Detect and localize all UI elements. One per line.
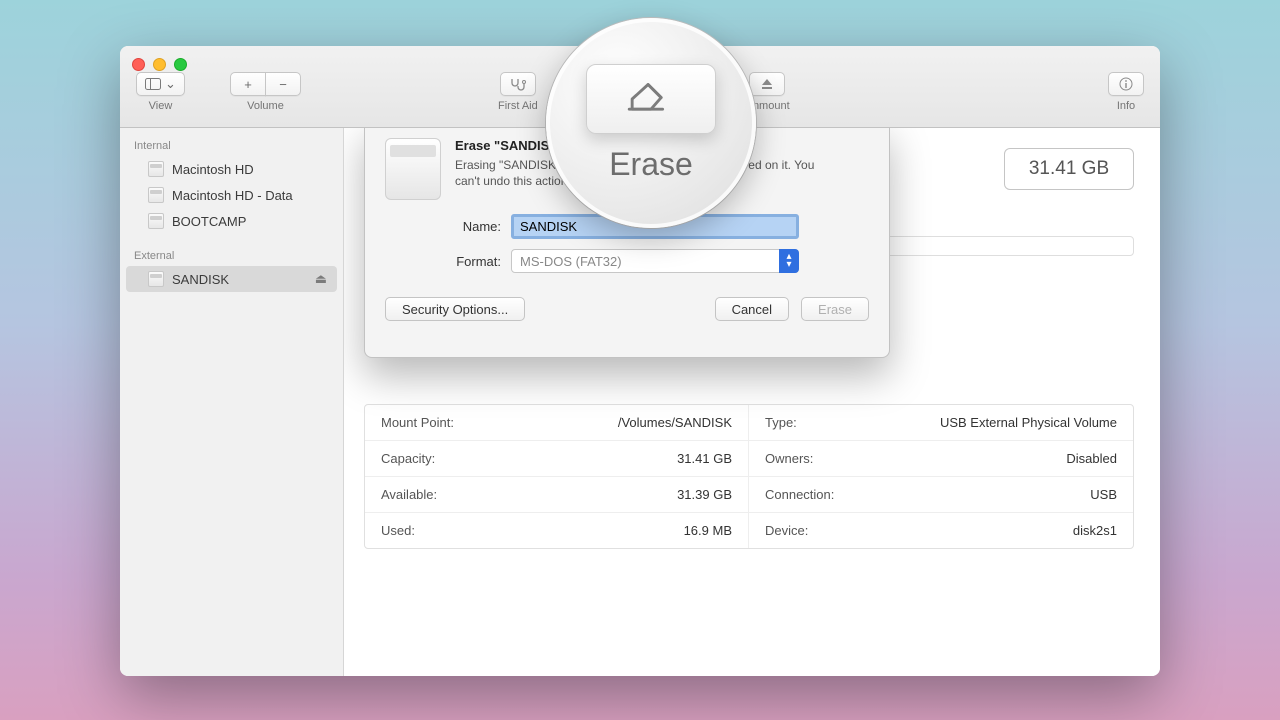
firstaid-label: First Aid: [498, 100, 538, 112]
detail-used: Used:16.9 MB: [365, 513, 749, 548]
format-label: Format:: [385, 254, 511, 269]
view-label: View: [136, 100, 185, 112]
detail-type: Type:USB External Physical Volume: [749, 405, 1133, 441]
stethoscope-icon: [509, 77, 527, 91]
disk-icon: [385, 138, 441, 200]
sidebar-item-macintosh-hd-data[interactable]: Macintosh HD - Data: [120, 182, 343, 208]
firstaid-button[interactable]: [500, 72, 536, 96]
disk-icon: [148, 213, 164, 229]
info-button[interactable]: [1108, 72, 1144, 96]
add-volume-button[interactable]: +: [230, 72, 266, 96]
sidebar-item-macintosh-hd[interactable]: Macintosh HD: [120, 156, 343, 182]
detail-device: Device:disk2s1: [749, 513, 1133, 548]
detail-mount-point: Mount Point:/Volumes/SANDISK: [365, 405, 749, 441]
unmount-button[interactable]: [749, 72, 785, 96]
sidebar-item-label: Macintosh HD - Data: [172, 188, 293, 203]
window-controls: [132, 58, 187, 71]
eject-icon: [760, 78, 774, 90]
erase-button[interactable]: Erase: [801, 297, 869, 321]
chevron-updown-icon: [779, 249, 799, 273]
detail-connection: Connection:USB: [749, 477, 1133, 513]
toolbar-info-group: Info: [1108, 72, 1144, 112]
zoom-window-button[interactable]: [174, 58, 187, 71]
security-options-button[interactable]: Security Options...: [385, 297, 525, 321]
toolbar-volume-group: + − Volume: [230, 72, 301, 112]
volume-label: Volume: [230, 100, 301, 112]
disk-icon: [148, 271, 164, 287]
toolbar-firstaid-group: First Aid: [498, 72, 538, 112]
capacity-badge: 31.41 GB: [1004, 148, 1134, 190]
minimize-window-button[interactable]: [153, 58, 166, 71]
volume-details: Mount Point:/Volumes/SANDISK Type:USB Ex…: [364, 404, 1134, 549]
detail-capacity: Capacity:31.41 GB: [365, 441, 749, 477]
eject-icon[interactable]: ⏏: [315, 271, 327, 287]
format-value: MS-DOS (FAT32): [520, 254, 622, 269]
cancel-button[interactable]: Cancel: [715, 297, 789, 321]
remove-volume-button[interactable]: −: [265, 72, 301, 96]
erase-magnifier-label: Erase: [609, 146, 693, 183]
name-label: Name:: [385, 219, 511, 234]
sidebar-item-sandisk[interactable]: SANDISK ⏏: [126, 266, 337, 292]
main-content: 31.41 GB Mount Point:/Volumes/SANDISK Ty…: [344, 128, 1160, 676]
sidebar-header-internal: Internal: [120, 134, 343, 156]
disk-icon: [148, 161, 164, 177]
detail-owners: Owners:Disabled: [749, 441, 1133, 477]
info-label: Info: [1108, 100, 1144, 112]
sidebar-item-label: BOOTCAMP: [172, 214, 246, 229]
disk-icon: [148, 187, 164, 203]
sidebar-item-bootcamp[interactable]: BOOTCAMP: [120, 208, 343, 234]
erase-magnifier-overlay: Erase: [546, 18, 756, 228]
sidebar-header-external: External: [120, 244, 343, 266]
info-icon: [1119, 77, 1133, 91]
sidebar: Internal Macintosh HD Macintosh HD - Dat…: [120, 128, 344, 676]
toolbar-view-group: ⌄ View: [136, 72, 185, 112]
sidebar-icon: [145, 78, 161, 90]
erase-icon: [622, 76, 680, 122]
detail-available: Available:31.39 GB: [365, 477, 749, 513]
erase-toolbar-magnified: [586, 64, 716, 134]
close-window-button[interactable]: [132, 58, 145, 71]
sidebar-item-label: SANDISK: [172, 272, 229, 287]
view-button[interactable]: ⌄: [136, 72, 185, 96]
sidebar-item-label: Macintosh HD: [172, 162, 254, 177]
format-select[interactable]: MS-DOS (FAT32): [511, 249, 799, 273]
